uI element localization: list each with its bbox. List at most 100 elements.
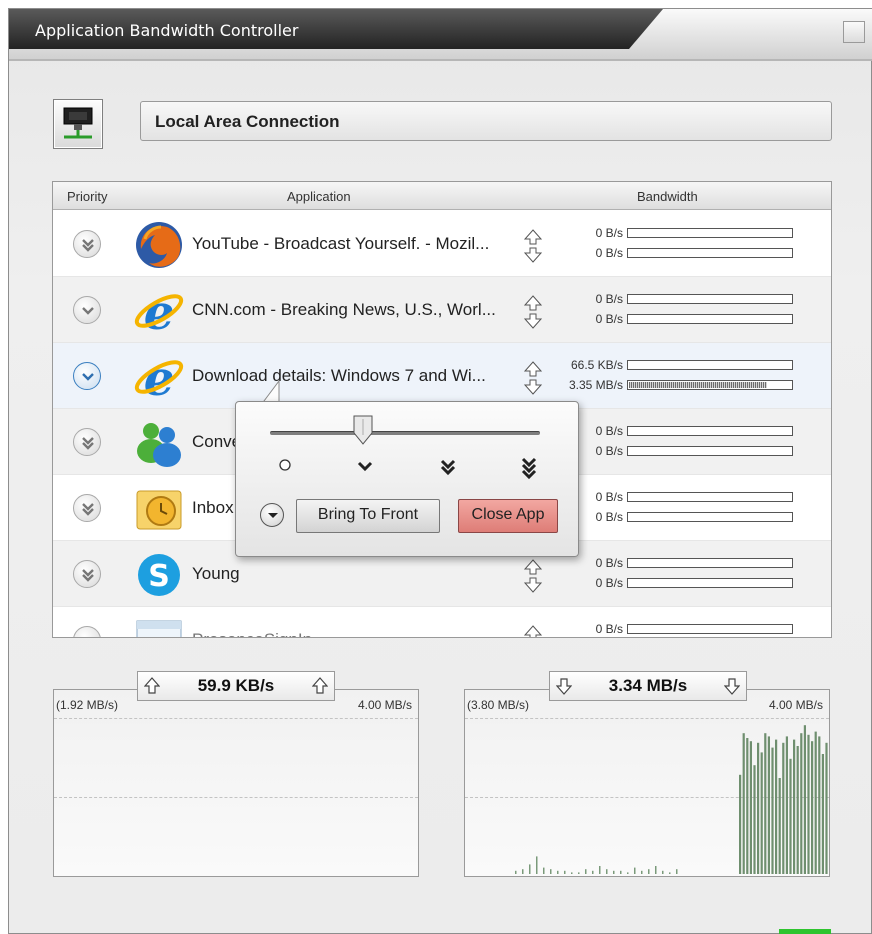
- download-bar: [800, 733, 803, 874]
- upload-meter: [627, 558, 793, 568]
- download-bar: [655, 866, 657, 874]
- application-name: YouTube - Broadcast Yourself. - Mozil...: [192, 234, 490, 253]
- double-chevron-down-icon: [82, 239, 94, 252]
- download-bar: [613, 870, 615, 874]
- upload-bandwidth: 0 B/s: [535, 226, 831, 240]
- download-meter: [627, 314, 793, 324]
- network-adapter-button[interactable]: [53, 99, 103, 149]
- priority-button[interactable]: [73, 626, 102, 638]
- up-arrow-icon: [144, 677, 160, 694]
- download-rate-header: 3.34 MB/s: [549, 671, 747, 701]
- download-bar: [778, 778, 781, 874]
- table-row[interactable]: YouTube - Broadcast Yourself. - Mozil...…: [53, 211, 831, 277]
- download-bar: [807, 734, 810, 874]
- download-bandwidth: 0 B/s: [535, 444, 831, 458]
- column-application[interactable]: Application: [287, 189, 351, 204]
- download-meter: [627, 578, 793, 588]
- down-arrow-icon: [556, 678, 572, 695]
- table-row[interactable]: e CNN.com - Breaking News, U.S., Worl...…: [53, 277, 831, 343]
- download-bandwidth: 0 B/s: [535, 510, 831, 524]
- upload-meter: [627, 492, 793, 502]
- download-bar: [634, 867, 636, 874]
- download-bandwidth: 0 B/s: [535, 246, 831, 260]
- upload-graph: (1.92 MB/s) 4.00 MB/s: [53, 689, 419, 877]
- download-bar: [543, 867, 545, 874]
- download-bar: [775, 739, 778, 874]
- outlook-icon: [136, 490, 182, 530]
- upload-bandwidth: 0 B/s: [535, 556, 831, 570]
- down-arrow-icon: [724, 678, 740, 695]
- collapse-popup-button[interactable]: [260, 503, 284, 527]
- priority-button[interactable]: [73, 428, 101, 456]
- table-row-selected[interactable]: e Download details: Windows 7 and Wi... …: [53, 343, 831, 409]
- column-priority[interactable]: Priority: [67, 189, 107, 204]
- download-bars: [515, 725, 828, 874]
- download-bar: [742, 733, 745, 874]
- download-bar: [641, 870, 643, 874]
- download-bar: [620, 870, 622, 874]
- download-bar: [803, 725, 806, 874]
- priority-low-option[interactable]: [356, 457, 374, 475]
- download-bar: [818, 736, 821, 874]
- messenger-icon: [137, 423, 181, 467]
- download-bar: [529, 864, 531, 874]
- column-bandwidth[interactable]: Bandwidth: [637, 189, 698, 204]
- download-bar: [767, 736, 770, 874]
- download-bar: [825, 742, 828, 874]
- priority-medium-option[interactable]: [439, 457, 457, 479]
- download-bar: [606, 869, 608, 874]
- upload-rate: 66.5 KB/s: [570, 358, 623, 372]
- priority-high-option[interactable]: [520, 457, 538, 483]
- priority-button[interactable]: [73, 362, 101, 390]
- title-bar[interactable]: Application Bandwidth Controller: [9, 9, 872, 61]
- upload-meter: [627, 360, 793, 370]
- window-title: Application Bandwidth Controller: [35, 21, 299, 40]
- close-app-button[interactable]: Close App: [458, 499, 558, 533]
- priority-button[interactable]: [73, 230, 101, 258]
- upload-rate: 0 B/s: [595, 622, 623, 636]
- chevron-down-icon: [82, 373, 94, 381]
- upload-bandwidth: 0 B/s: [535, 292, 831, 306]
- upload-meter: [627, 426, 793, 436]
- download-bar: [515, 870, 517, 874]
- chevron-down-icon: [74, 627, 102, 638]
- download-meter: [627, 248, 793, 258]
- upload-graph-min: (1.92 MB/s): [56, 698, 119, 712]
- priority-none-option[interactable]: [277, 457, 293, 473]
- application-name: Young: [192, 564, 240, 583]
- skype-icon: S: [138, 554, 180, 596]
- download-bar: [821, 754, 824, 874]
- priority-button[interactable]: [73, 494, 101, 522]
- download-bar: [550, 869, 552, 874]
- maximize-button[interactable]: [843, 21, 865, 43]
- upload-rate-header: 59.9 KB/s: [137, 671, 335, 701]
- adapter-selector[interactable]: Local Area Connection: [140, 101, 832, 141]
- download-bandwidth: 0 B/s: [535, 576, 831, 590]
- upload-rate: 0 B/s: [595, 556, 623, 570]
- priority-slider-track[interactable]: [270, 431, 540, 435]
- upload-bandwidth: 0 B/s: [535, 424, 831, 438]
- upload-meter: [627, 228, 793, 238]
- application-name: PresenceSignIn: [192, 630, 512, 637]
- priority-slider-thumb[interactable]: [352, 415, 374, 445]
- download-bar: [793, 739, 796, 874]
- bring-to-front-button[interactable]: Bring To Front: [296, 499, 440, 533]
- download-bar: [764, 733, 767, 874]
- download-bar: [578, 872, 580, 874]
- priority-button[interactable]: [73, 560, 101, 588]
- upload-meter: [627, 624, 793, 634]
- priority-button[interactable]: [73, 296, 101, 324]
- table-row[interactable]: PresenceSignIn 0 B/s: [53, 607, 831, 638]
- double-chevron-down-icon: [82, 569, 94, 582]
- download-bar: [814, 731, 817, 874]
- network-adapter-icon: [63, 107, 93, 139]
- download-meter: [627, 446, 793, 456]
- upload-bandwidth: 0 B/s: [535, 490, 831, 504]
- svg-text:e: e: [144, 285, 175, 337]
- upload-graph-max: 4.00 MB/s: [357, 698, 412, 712]
- download-bar: [676, 869, 678, 874]
- download-bar: [536, 856, 538, 874]
- download-rate: 0 B/s: [595, 246, 623, 260]
- download-graph: (3.80 MB/s) 4.00 MB/s: [464, 689, 830, 877]
- download-bar: [662, 870, 664, 874]
